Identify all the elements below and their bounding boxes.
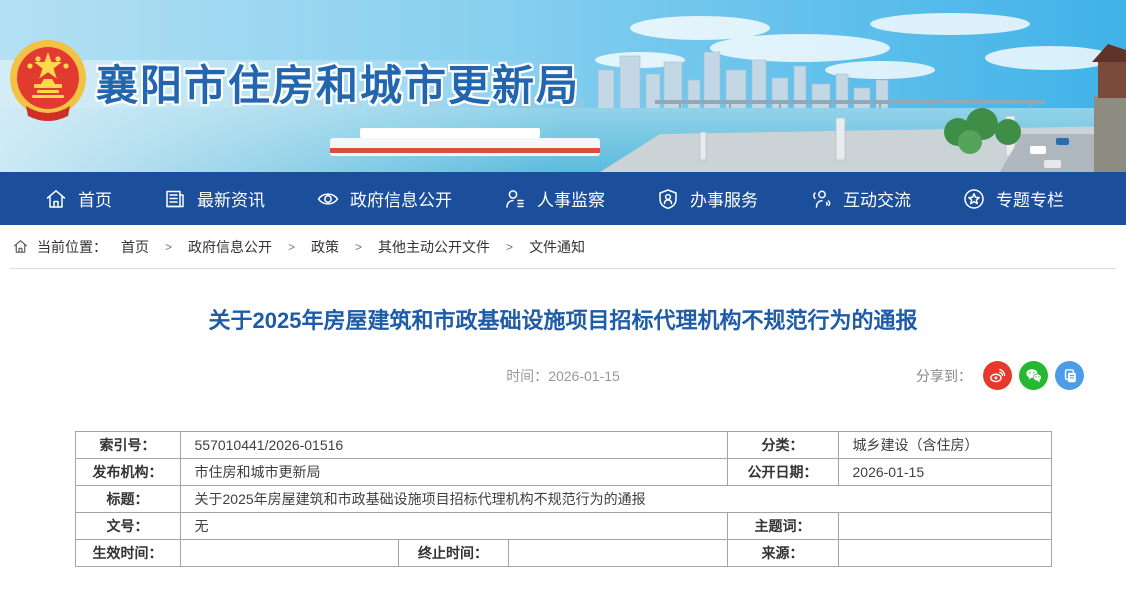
document-info-table: 索引号： 557010441/2026-01516 分类： 城乡建设（含住房） …	[75, 431, 1052, 567]
keywords-label: 主题词：	[727, 513, 838, 540]
doc-number-value: 无	[180, 513, 727, 540]
nav-item-topics[interactable]: 专题专栏	[962, 186, 1064, 211]
eye-icon	[316, 187, 340, 211]
breadcrumb-separator: >	[355, 240, 362, 254]
nav-item-home[interactable]: 首页	[44, 186, 112, 211]
expiry-date-label: 终止时间：	[398, 540, 508, 567]
nav-item-personnel[interactable]: 人事监察	[503, 186, 605, 211]
title-value: 关于2025年房屋建筑和市政基础设施项目招标代理机构不规范行为的通报	[180, 486, 1051, 513]
breadcrumb-item-notices[interactable]: 文件通知	[529, 237, 585, 257]
person-icon	[503, 187, 527, 211]
expiry-date-value	[508, 540, 727, 567]
share-copy-button[interactable]	[1055, 361, 1084, 390]
home-icon	[44, 187, 68, 211]
wechat-icon	[1024, 366, 1043, 385]
nav-label: 专题专栏	[996, 186, 1064, 211]
main-nav: 首页 最新资讯 政府信息公开 人事监察 办事服务 互动交流 专题专栏	[0, 172, 1126, 225]
breadcrumb-item-policy[interactable]: 政策	[311, 237, 339, 257]
time-value: 2026-01-15	[548, 368, 620, 384]
publish-date-value: 2026-01-15	[838, 459, 1051, 486]
nav-label: 人事监察	[537, 186, 605, 211]
nav-label: 最新资讯	[197, 186, 265, 211]
news-icon	[163, 187, 187, 211]
nav-item-services[interactable]: 办事服务	[656, 186, 758, 211]
breadcrumb-item-home[interactable]: 首页	[121, 237, 149, 257]
time-label: 时间：	[506, 368, 548, 384]
breadcrumb-item-other-docs[interactable]: 其他主动公开文件	[378, 237, 490, 257]
table-row: 索引号： 557010441/2026-01516 分类： 城乡建设（含住房）	[75, 432, 1051, 459]
star-icon	[962, 187, 986, 211]
breadcrumb-divider	[10, 268, 1116, 269]
article-title: 关于2025年房屋建筑和市政基础设施项目招标代理机构不规范行为的通报	[0, 303, 1126, 335]
site-title: 襄阳市住房和城市更新局	[96, 52, 580, 113]
copy-icon	[1060, 366, 1079, 385]
index-number-value: 557010441/2026-01516	[180, 432, 727, 459]
article-meta-row: 时间：2026-01-15 分享到：	[0, 361, 1126, 391]
nav-item-interaction[interactable]: 互动交流	[809, 186, 911, 211]
table-row: 标题： 关于2025年房屋建筑和市政基础设施项目招标代理机构不规范行为的通报	[75, 486, 1051, 513]
source-value	[838, 540, 1051, 567]
breadcrumb-separator: >	[165, 240, 172, 254]
breadcrumb-separator: >	[288, 240, 295, 254]
nav-item-gov-info[interactable]: 政府信息公开	[316, 186, 452, 211]
effective-date-label: 生效时间：	[75, 540, 180, 567]
breadcrumb-home-icon	[12, 238, 29, 255]
source-label: 来源：	[727, 540, 838, 567]
table-row: 生效时间： 终止时间： 来源：	[75, 540, 1051, 567]
table-row: 文号： 无 主题词：	[75, 513, 1051, 540]
effective-date-value	[180, 540, 398, 567]
breadcrumb-location-label: 当前位置：	[37, 237, 107, 257]
index-number-label: 索引号：	[75, 432, 180, 459]
publish-date-label: 公开日期：	[727, 459, 838, 486]
breadcrumb-separator: >	[506, 240, 513, 254]
title-label: 标题：	[75, 486, 180, 513]
nav-label: 办事服务	[690, 186, 758, 211]
share-label: 分享到：	[916, 366, 972, 386]
nav-label: 互动交流	[843, 186, 911, 211]
breadcrumb-item-gov-info[interactable]: 政府信息公开	[188, 237, 272, 257]
share-box: 分享到：	[916, 361, 1084, 390]
national-emblem	[8, 36, 88, 126]
chat-icon	[809, 187, 833, 211]
nav-label: 政府信息公开	[350, 186, 452, 211]
header-banner: 襄阳市住房和城市更新局	[0, 0, 1126, 172]
keywords-value	[838, 513, 1051, 540]
issuing-org-label: 发布机构：	[75, 459, 180, 486]
issuing-org-value: 市住房和城市更新局	[180, 459, 727, 486]
shield-icon	[656, 187, 680, 211]
share-wechat-button[interactable]	[1019, 361, 1048, 390]
share-weibo-button[interactable]	[983, 361, 1012, 390]
nav-item-news[interactable]: 最新资讯	[163, 186, 265, 211]
category-value: 城乡建设（含住房）	[838, 432, 1051, 459]
breadcrumb: 当前位置： 首页 > 政府信息公开 > 政策 > 其他主动公开文件 > 文件通知	[0, 225, 1126, 268]
doc-number-label: 文号：	[75, 513, 180, 540]
weibo-icon	[988, 366, 1007, 385]
table-row: 发布机构： 市住房和城市更新局 公开日期： 2026-01-15	[75, 459, 1051, 486]
nav-label: 首页	[78, 186, 112, 211]
category-label: 分类：	[727, 432, 838, 459]
